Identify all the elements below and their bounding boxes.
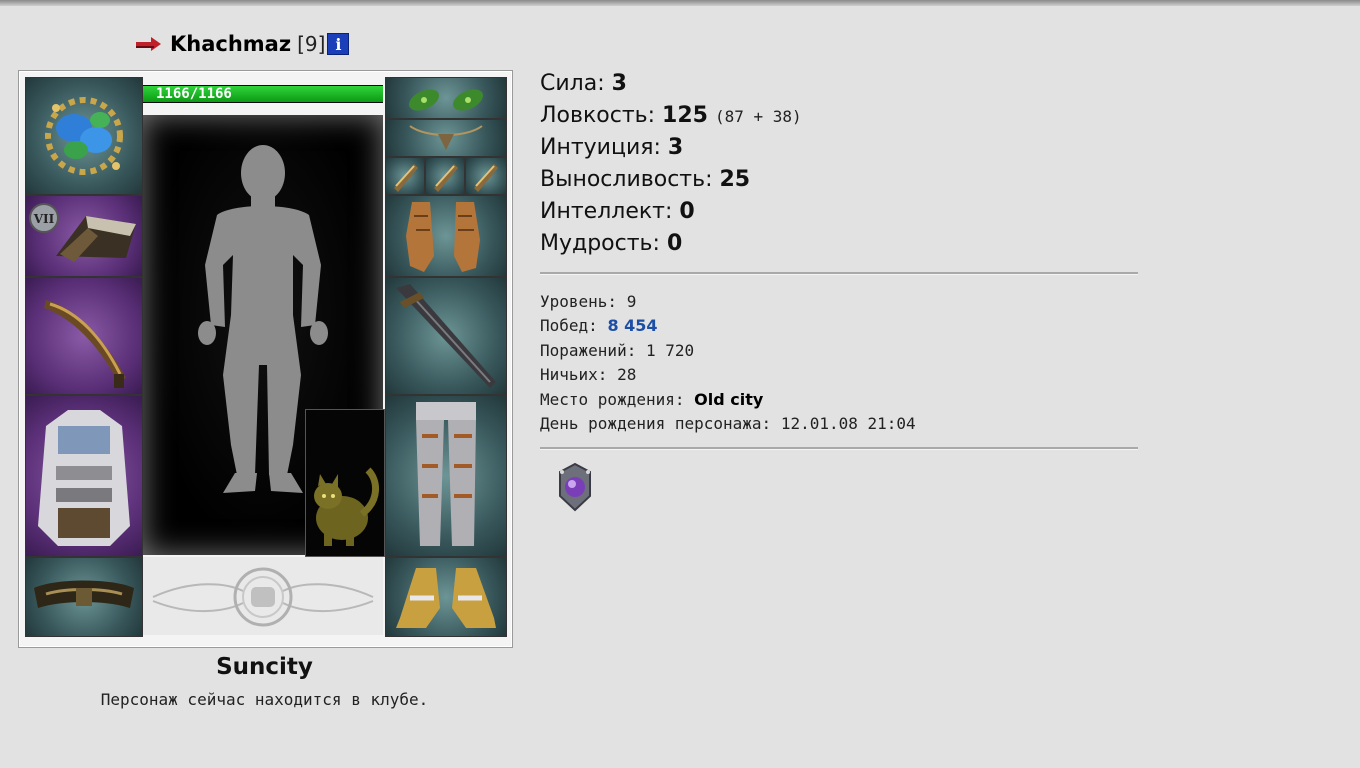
info-value: 12.01.08 21:04 [780, 413, 916, 433]
boots-icon[interactable] [385, 557, 507, 637]
info-wins: Побед: 8 454 [540, 314, 916, 338]
clan-emblem [143, 557, 383, 635]
sword-icon[interactable] [385, 277, 507, 395]
ring-icon[interactable] [385, 157, 425, 195]
info-label: Поражений: [540, 340, 637, 360]
info-draws: Ничьих: 28 [540, 363, 916, 387]
stat-label: Ловкость: [540, 103, 656, 128]
arrow-right-icon[interactable] [134, 34, 164, 54]
character-header: Khachmaz [9] i [134, 28, 350, 60]
info-losses: Поражений: 1 720 [540, 339, 916, 363]
info-label: Ничьих: [540, 365, 608, 385]
info-icon[interactable]: i [327, 33, 350, 55]
belt-icon[interactable] [25, 557, 143, 637]
info-birthday: День рождения персонажа: 12.01.08 21:04 [540, 412, 916, 436]
stat-value: 0 [666, 231, 683, 256]
stat-label: Сила: [540, 71, 605, 96]
info-value: 28 [617, 365, 637, 385]
info-label: День рождения персонажа: [540, 413, 772, 433]
earrings-icon[interactable] [385, 77, 507, 119]
bracers-icon[interactable]: VII [25, 195, 143, 277]
wins-value: 8 454 [607, 316, 658, 336]
stat-wisdom: Мудрость: 0 [540, 228, 802, 260]
character-level: [9] [297, 32, 326, 56]
orb-badge-icon[interactable] [556, 462, 594, 512]
stat-label: Интуиция: [540, 135, 661, 160]
ring-icon[interactable] [465, 157, 507, 195]
hp-text: 1166/1166 [156, 86, 232, 102]
stat-endurance: Выносливость: 25 [540, 164, 802, 196]
stat-label: Выносливость: [540, 167, 713, 192]
amulet-ring-icon[interactable] [25, 77, 143, 195]
hp-bar: 1166/1166 [143, 85, 383, 103]
info-label: Уровень: [540, 292, 618, 311]
stat-value: 0 [679, 199, 695, 224]
info-value: 9 [626, 292, 637, 311]
stats-panel: Сила: 3 Ловкость: 125 (87 + 38) Интуиция… [540, 68, 802, 260]
gloves-icon[interactable] [385, 195, 507, 277]
dagger-icon[interactable] [25, 277, 143, 395]
character-name[interactable]: Khachmaz [170, 32, 291, 56]
stat-value: 3 [667, 135, 684, 160]
city-name: Suncity [216, 654, 313, 680]
necklace-icon[interactable] [385, 119, 507, 157]
armor-icon[interactable] [25, 395, 143, 557]
ring-icon[interactable] [425, 157, 465, 195]
info-value: 1 720 [645, 340, 695, 360]
birthplace-value: Old city [694, 389, 764, 409]
stat-label: Мудрость: [540, 231, 660, 256]
stat-strength: Сила: 3 [540, 68, 802, 100]
divider [540, 272, 1138, 275]
stat-bonus: (87 + 38) [714, 107, 802, 126]
bracers-badge-text: VII [33, 212, 55, 226]
info-label: Побед: [540, 316, 598, 336]
info-birthplace: Место рождения: Old city [540, 388, 916, 412]
window-top-border [0, 0, 1360, 6]
stat-value: 125 [662, 103, 708, 128]
character-info: Уровень: 9 Побед: 8 454 Поражений: 1 720… [540, 290, 916, 436]
equipment-panel: VII 1166/1166 [18, 70, 513, 648]
leggings-icon[interactable] [385, 395, 507, 557]
info-label: Место рождения: [540, 389, 685, 409]
stat-value: 3 [611, 71, 627, 96]
info-level: Уровень: 9 [540, 290, 916, 314]
stat-intuition: Интуиция: 3 [540, 132, 802, 164]
stat-agility: Ловкость: 125 (87 + 38) [540, 100, 802, 132]
divider [540, 447, 1138, 450]
location-status: Персонаж сейчас находится в клубе. [100, 690, 429, 709]
stat-intellect: Интеллект: 0 [540, 196, 802, 228]
fist-emblem-icon [152, 567, 374, 627]
stat-label: Интеллект: [540, 199, 673, 224]
stat-value: 25 [719, 167, 751, 192]
cat-pet-icon[interactable] [305, 409, 385, 557]
